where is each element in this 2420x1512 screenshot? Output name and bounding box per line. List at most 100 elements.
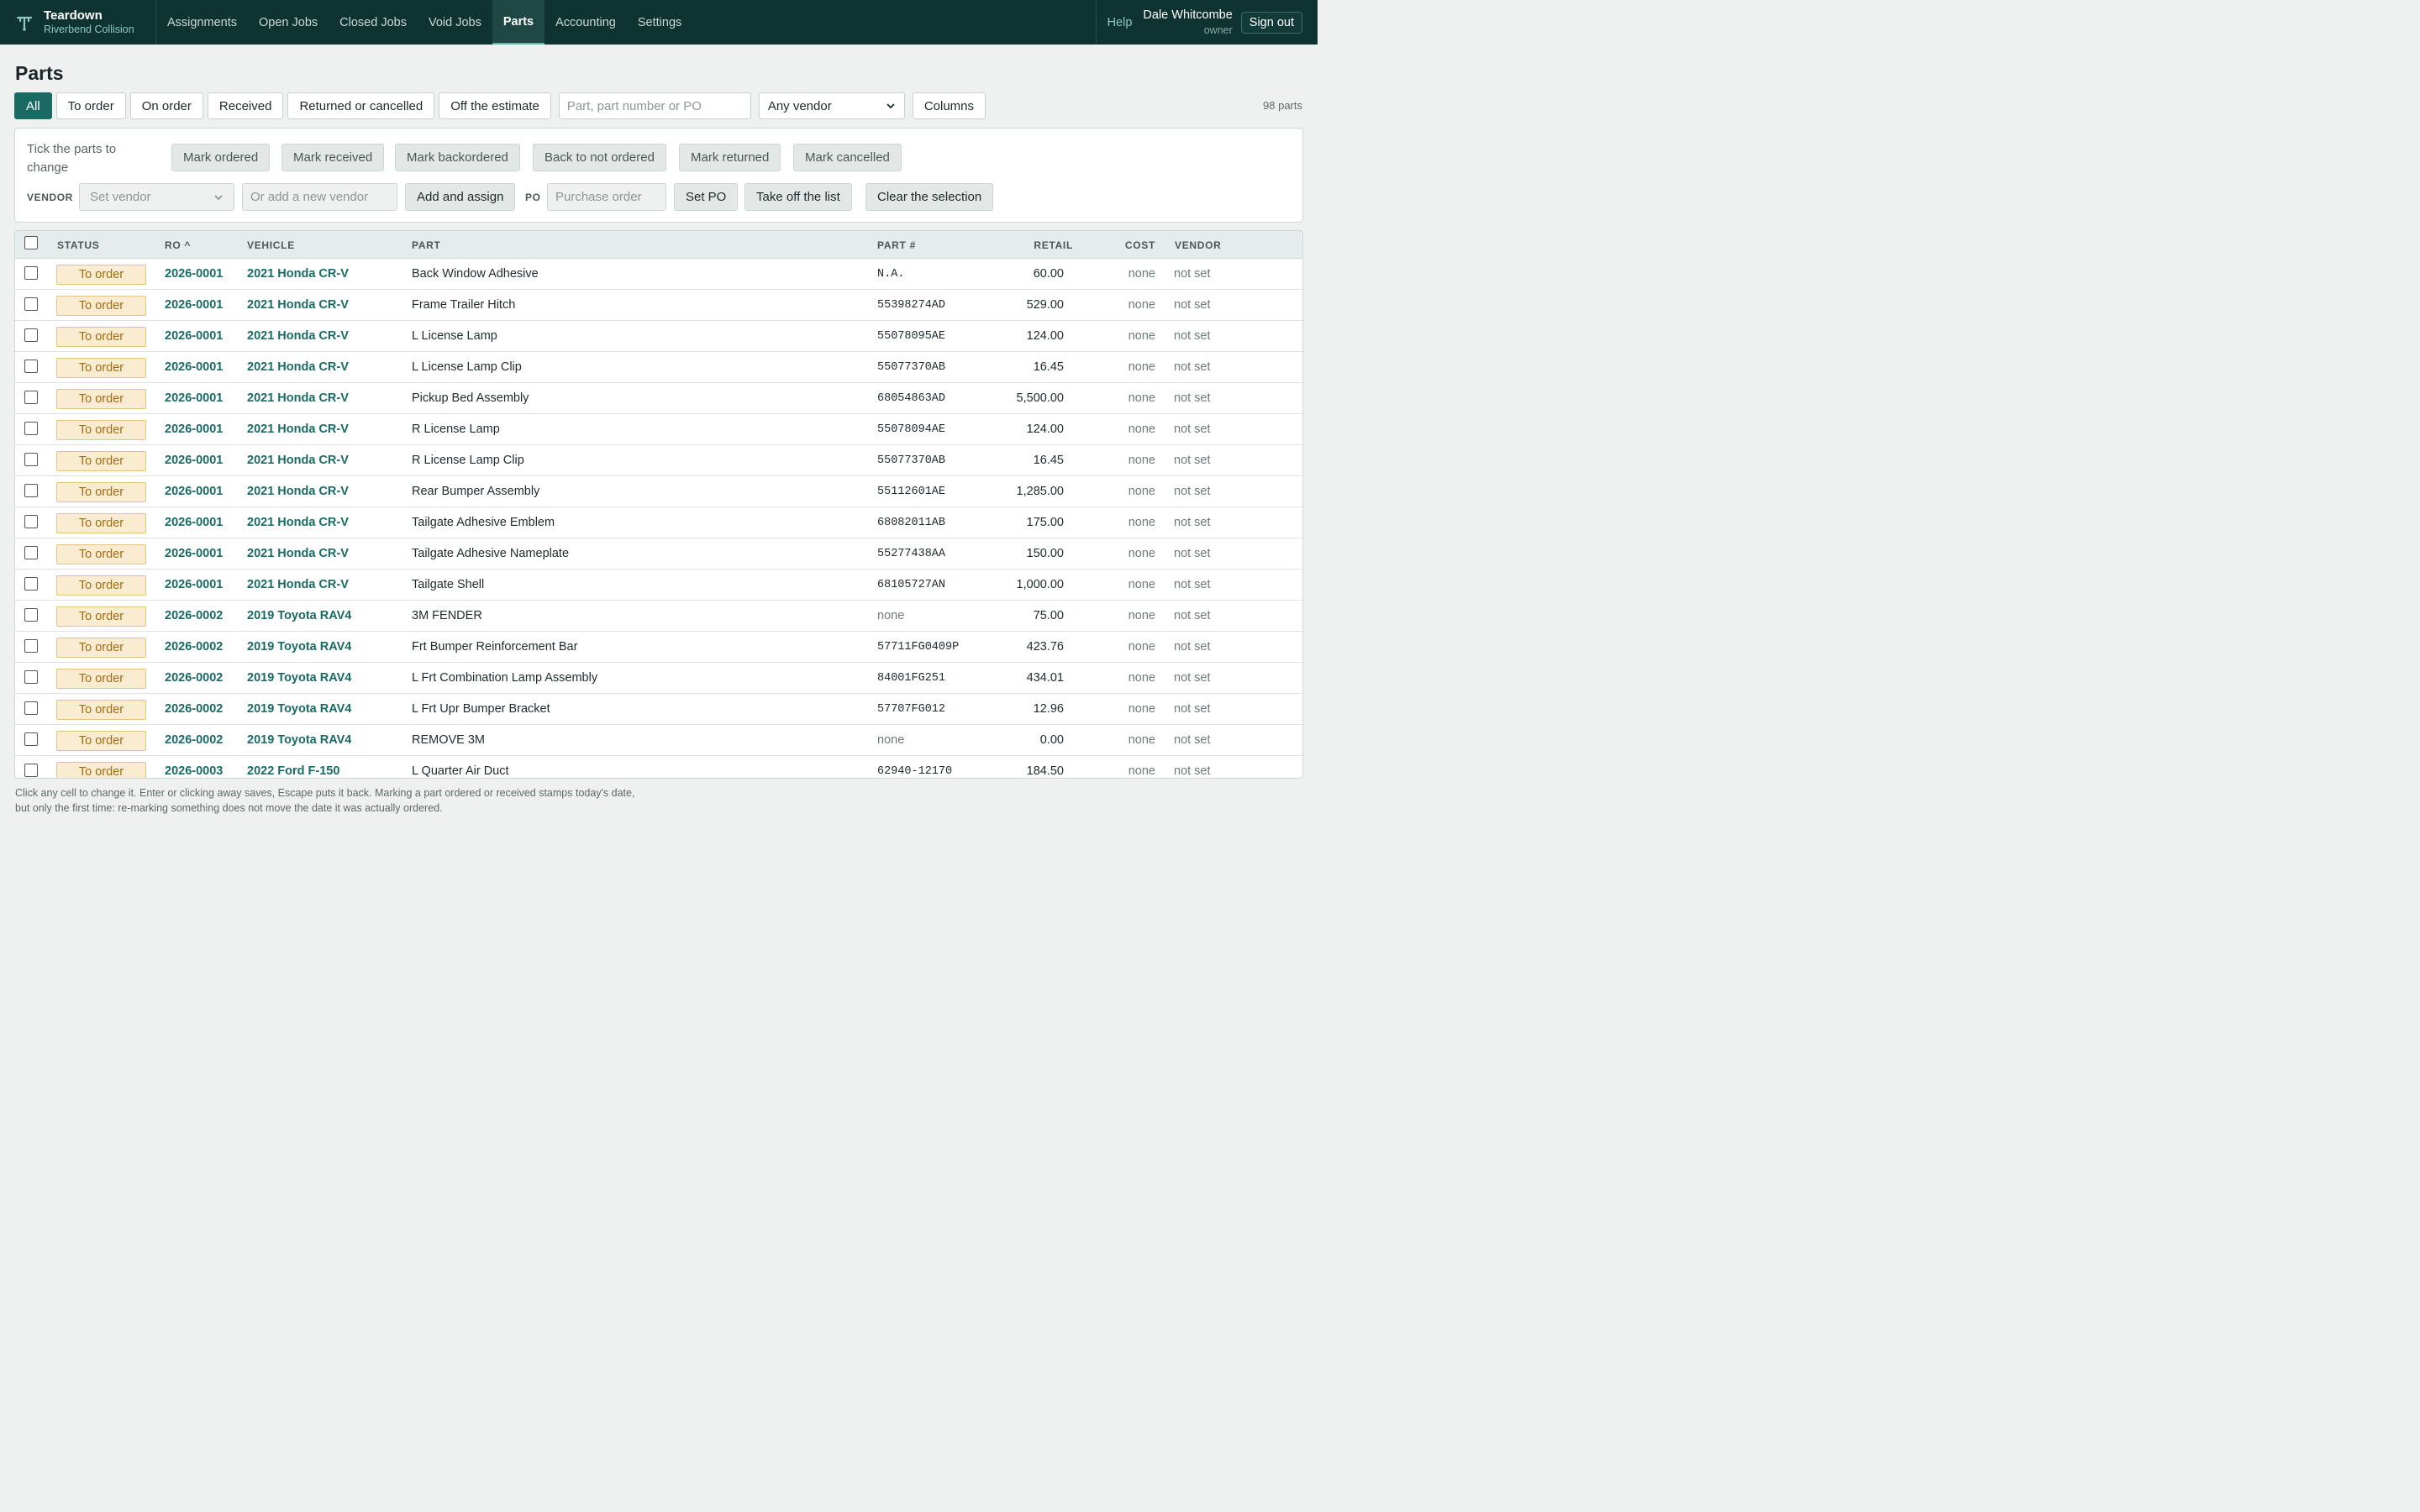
- ro-link[interactable]: 2026-0002: [165, 733, 223, 747]
- cost[interactable]: none: [1128, 702, 1155, 716]
- nav-item-void-jobs[interactable]: Void Jobs: [418, 0, 492, 45]
- row-checkbox[interactable]: [24, 328, 38, 342]
- retail-price[interactable]: 175.00: [1027, 516, 1064, 529]
- vendor[interactable]: not set: [1174, 423, 1211, 436]
- vehicle-link[interactable]: 2021 Honda CR-V: [247, 547, 349, 560]
- filter-tab-on-order[interactable]: On order: [129, 92, 203, 119]
- ro-link[interactable]: 2026-0001: [165, 578, 223, 591]
- row-checkbox[interactable]: [24, 515, 38, 528]
- row-checkbox[interactable]: [24, 546, 38, 559]
- status-badge[interactable]: To order: [56, 669, 146, 689]
- status-badge[interactable]: To order: [56, 451, 146, 471]
- ro-link[interactable]: 2026-0001: [165, 391, 223, 405]
- col-vehicle[interactable]: VEHICLE: [247, 239, 295, 251]
- part-number[interactable]: 68105727AN: [877, 579, 945, 591]
- vendor[interactable]: not set: [1174, 764, 1211, 778]
- columns-button[interactable]: Columns: [912, 92, 986, 119]
- part-name[interactable]: Frame Trailer Hitch: [412, 298, 515, 312]
- part-name[interactable]: R License Lamp Clip: [412, 454, 524, 467]
- status-badge[interactable]: To order: [56, 638, 146, 658]
- table-row[interactable]: To order 2026-0001 2021 Honda CR-V L Licens…: [15, 352, 1302, 383]
- brand[interactable]: Teardown Riverbend Collision: [0, 0, 156, 45]
- vendor[interactable]: not set: [1174, 733, 1211, 747]
- table-row[interactable]: To order 2026-0002 2019 Toyota RAV4 3M FEND…: [15, 601, 1302, 632]
- status-badge[interactable]: To order: [56, 575, 146, 596]
- cost[interactable]: none: [1128, 640, 1155, 654]
- vendor[interactable]: not set: [1174, 454, 1211, 467]
- row-checkbox[interactable]: [24, 764, 38, 777]
- col-status[interactable]: STATUS: [57, 239, 99, 251]
- purchase-order-input[interactable]: Purchase order: [547, 183, 666, 211]
- retail-price[interactable]: 124.00: [1027, 329, 1064, 343]
- part-number[interactable]: 57711FG0409P: [877, 641, 959, 654]
- status-badge[interactable]: To order: [56, 420, 146, 440]
- status-badge[interactable]: To order: [56, 700, 146, 720]
- status-badge[interactable]: To order: [56, 327, 146, 347]
- vehicle-link[interactable]: 2022 Ford F-150: [247, 764, 339, 778]
- set-po-button[interactable]: Set PO: [674, 183, 739, 211]
- row-checkbox[interactable]: [24, 453, 38, 466]
- take-off-list-button[interactable]: Take off the list: [744, 183, 852, 211]
- table-row[interactable]: To order 2026-0001 2021 Honda CR-V L Licens…: [15, 321, 1302, 352]
- col-ro[interactable]: RO ^: [165, 239, 191, 251]
- vehicle-link[interactable]: 2021 Honda CR-V: [247, 423, 349, 436]
- vendor-filter-select[interactable]: Any vendor: [758, 92, 905, 119]
- nav-item-accounting[interactable]: Accounting: [544, 0, 627, 45]
- vendor[interactable]: not set: [1174, 702, 1211, 716]
- filter-tab-returned-or-cancelled[interactable]: Returned or cancelled: [287, 92, 435, 119]
- nav-item-parts[interactable]: Parts: [492, 0, 545, 45]
- part-number[interactable]: 55077370AB: [877, 361, 945, 374]
- table-row[interactable]: To order 2026-0001 2021 Honda CR-V Tailgate…: [15, 570, 1302, 601]
- nav-item-closed-jobs[interactable]: Closed Jobs: [329, 0, 418, 45]
- cost[interactable]: none: [1128, 485, 1155, 498]
- col-retail[interactable]: RETAIL: [1034, 239, 1073, 251]
- table-row[interactable]: To order 2026-0002 2019 Toyota RAV4 L Frt U…: [15, 694, 1302, 725]
- vendor[interactable]: not set: [1174, 298, 1211, 312]
- status-badge[interactable]: To order: [56, 296, 146, 316]
- ro-link[interactable]: 2026-0001: [165, 423, 223, 436]
- part-name[interactable]: Frt Bumper Reinforcement Bar: [412, 640, 577, 654]
- ro-link[interactable]: 2026-0001: [165, 516, 223, 529]
- vendor[interactable]: not set: [1174, 516, 1211, 529]
- cost[interactable]: none: [1128, 267, 1155, 281]
- retail-price[interactable]: 0.00: [1040, 733, 1064, 747]
- vendor[interactable]: not set: [1174, 267, 1211, 281]
- vendor[interactable]: not set: [1174, 640, 1211, 654]
- parts-search-input[interactable]: [558, 92, 751, 119]
- new-vendor-input[interactable]: Or add a new vendor: [242, 183, 397, 211]
- cost[interactable]: none: [1128, 329, 1155, 343]
- row-checkbox[interactable]: [24, 577, 38, 591]
- table-row[interactable]: To order 2026-0001 2021 Honda CR-V Back Win…: [15, 259, 1302, 290]
- ro-link[interactable]: 2026-0002: [165, 640, 223, 654]
- cost[interactable]: none: [1128, 733, 1155, 747]
- vendor[interactable]: not set: [1174, 671, 1211, 685]
- row-checkbox[interactable]: [24, 670, 38, 684]
- filter-tab-off-the-estimate[interactable]: Off the estimate: [439, 92, 551, 119]
- part-name[interactable]: REMOVE 3M: [412, 733, 485, 747]
- part-name[interactable]: Tailgate Adhesive Emblem: [412, 516, 555, 529]
- retail-price[interactable]: 423.76: [1027, 640, 1064, 654]
- nav-item-assignments[interactable]: Assignments: [156, 0, 248, 45]
- col-cost[interactable]: COST: [1125, 239, 1155, 251]
- vehicle-link[interactable]: 2021 Honda CR-V: [247, 360, 349, 374]
- vehicle-link[interactable]: 2019 Toyota RAV4: [247, 609, 351, 622]
- row-checkbox[interactable]: [24, 391, 38, 404]
- status-badge[interactable]: To order: [56, 482, 146, 502]
- filter-tab-to-order[interactable]: To order: [55, 92, 126, 119]
- mark-backordered-button[interactable]: Mark backordered: [395, 144, 520, 171]
- filter-tab-all[interactable]: All: [14, 92, 52, 119]
- col-part-number[interactable]: PART #: [877, 239, 916, 251]
- status-badge[interactable]: To order: [56, 389, 146, 409]
- part-name[interactable]: R License Lamp: [412, 423, 500, 436]
- part-number[interactable]: 68082011AB: [877, 517, 945, 529]
- part-name[interactable]: Tailgate Shell: [412, 578, 484, 591]
- vehicle-link[interactable]: 2021 Honda CR-V: [247, 454, 349, 467]
- part-number[interactable]: N.A.: [877, 268, 904, 281]
- ro-link[interactable]: 2026-0001: [165, 454, 223, 467]
- vehicle-link[interactable]: 2019 Toyota RAV4: [247, 702, 351, 716]
- add-and-assign-button[interactable]: Add and assign: [405, 183, 516, 211]
- nav-item-open-jobs[interactable]: Open Jobs: [248, 0, 329, 45]
- table-row[interactable]: To order 2026-0002 2019 Toyota RAV4 Frt Bum…: [15, 632, 1302, 663]
- part-name[interactable]: Back Window Adhesive: [412, 267, 539, 281]
- retail-price[interactable]: 184.50: [1027, 764, 1064, 778]
